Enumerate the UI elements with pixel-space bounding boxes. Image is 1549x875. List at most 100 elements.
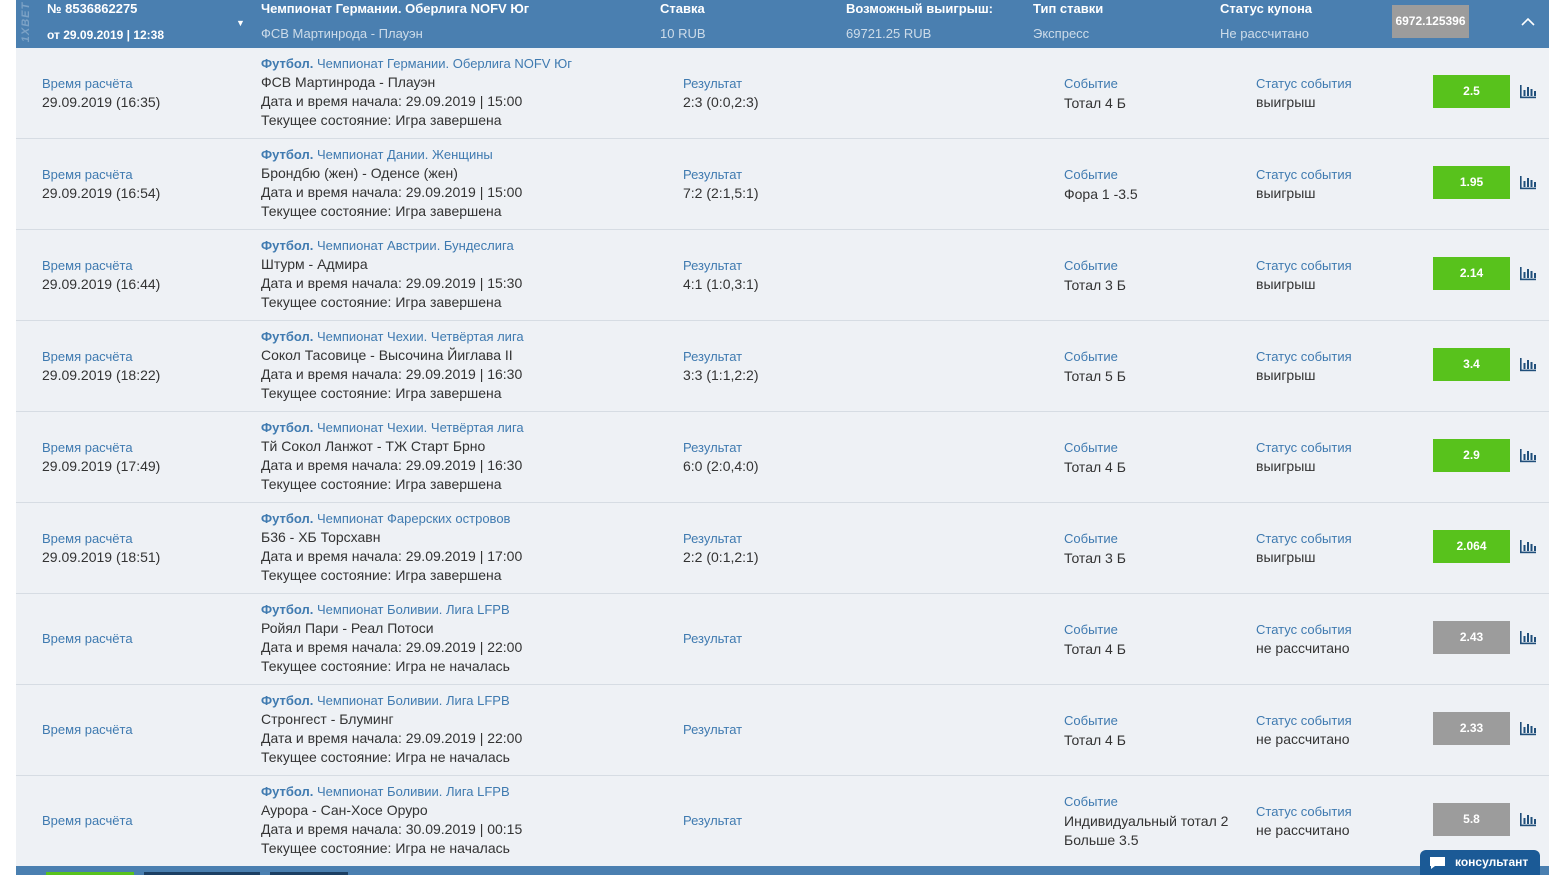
league-name: Чемпионат Фарерских островов	[317, 511, 511, 526]
match-state: Текущее состояние: Игра не началась	[261, 658, 510, 674]
sport-name: Футбол.	[261, 693, 314, 708]
coupon-date: от 29.09.2019 | 12:38	[47, 28, 165, 42]
odds-badge: 5.8	[1433, 803, 1510, 836]
calc-time-label: Время расчёта	[42, 258, 133, 273]
bet-event-value: Тотал 3 Б	[1064, 277, 1126, 293]
event-status-label: Статус события	[1256, 622, 1352, 637]
bet-event-label: Событие	[1064, 794, 1118, 809]
calc-time-value: 29.09.2019 (18:22)	[42, 367, 161, 383]
event-status-cell: Статус события выигрыш	[1256, 531, 1352, 565]
event-status-cell: Статус события выигрыш	[1256, 76, 1352, 110]
event-row: Время расчёта Футбол. Чемпионат Боливии.…	[16, 594, 1549, 685]
match-teams: Аурора - Сан-Хосе Оруро	[261, 802, 428, 818]
bet-event-cell: Событие Тотал 3 Б	[1064, 258, 1244, 295]
result-label: Результат	[683, 76, 743, 91]
header-event: Чемпионат Германии. Оберлига NOFV Юг ФСВ…	[261, 1, 529, 41]
bet-event-label: Событие	[1064, 167, 1118, 182]
match-state: Текущее состояние: Игра завершена	[261, 294, 502, 310]
header-type-value: Экспресс	[1033, 26, 1090, 41]
statistics-icon[interactable]	[1519, 357, 1537, 372]
result-value: 7:2 (2:1,5:1)	[683, 185, 759, 201]
calc-time-cell: Время расчёта 29.09.2019 (17:49)	[42, 440, 160, 474]
event-status-value: выигрыш	[1256, 458, 1316, 474]
result-label: Результат	[683, 813, 743, 828]
statistics-icon[interactable]	[1519, 84, 1537, 99]
bet-event-label: Событие	[1064, 622, 1118, 637]
match-info-cell: Футбол. Чемпионат Боливии. Лига LFPB Стр…	[261, 693, 661, 765]
event-status-cell: Статус события выигрыш	[1256, 167, 1352, 201]
header-stake: Ставка 10 RUB	[660, 1, 706, 41]
bet-event-cell: Событие Тотал 3 Б	[1064, 531, 1244, 568]
statistics-icon[interactable]	[1519, 812, 1537, 827]
league-link[interactable]: Футбол. Чемпионат Чехии. Четвёртая лига	[261, 420, 661, 435]
league-link[interactable]: Футбол. Чемпионат Боливии. Лига LFPB	[261, 693, 661, 708]
match-start: Дата и время начала: 29.09.2019 | 17:00	[261, 548, 523, 564]
sport-name: Футбол.	[261, 420, 314, 435]
event-status-label: Статус события	[1256, 804, 1352, 819]
odds-badge: 2.5	[1433, 75, 1510, 108]
result-cell: Результат 4:1 (1:0,3:1)	[683, 258, 759, 292]
event-status-cell: Статус события не рассчитано	[1256, 622, 1352, 656]
calc-time-cell: Время расчёта	[42, 631, 133, 646]
brand-logo: 1XBET	[16, 0, 32, 48]
bet-event-cell: Событие Фора 1 -3.5	[1064, 167, 1244, 204]
coupon-header[interactable]: 1XBET № 8536862275 от 29.09.2019 | 12:38…	[16, 0, 1549, 48]
sport-name: Футбол.	[261, 511, 314, 526]
sport-name: Футбол.	[261, 147, 314, 162]
statistics-icon[interactable]	[1519, 630, 1537, 645]
event-status-cell: Статус события выигрыш	[1256, 258, 1352, 292]
result-value: 6:0 (2:0,4:0)	[683, 458, 759, 474]
calc-time-value: 29.09.2019 (17:49)	[42, 458, 161, 474]
match-teams: Штурм - Адмира	[261, 256, 368, 272]
league-link[interactable]: Футбол. Чемпионат Боливии. Лига LFPB	[261, 784, 661, 799]
match-state: Текущее состояние: Игра завершена	[261, 567, 502, 583]
league-link[interactable]: Футбол. Чемпионат Фарерских островов	[261, 511, 661, 526]
consultant-button[interactable]: консультант	[1420, 850, 1540, 875]
match-start: Дата и время начала: 29.09.2019 | 15:00	[261, 93, 523, 109]
event-status-cell: Статус события не рассчитано	[1256, 713, 1352, 747]
result-label: Результат	[683, 722, 743, 737]
statistics-icon[interactable]	[1519, 721, 1537, 736]
event-status-cell: Статус события выигрыш	[1256, 349, 1352, 383]
result-label: Результат	[683, 440, 743, 455]
statistics-icon[interactable]	[1519, 266, 1537, 281]
league-name: Чемпионат Боливии. Лига LFPB	[317, 602, 510, 617]
match-state: Текущее состояние: Игра завершена	[261, 203, 502, 219]
result-cell: Результат	[683, 722, 742, 737]
league-link[interactable]: Футбол. Чемпионат Дании. Женщины	[261, 147, 661, 162]
caret-down-icon[interactable]: ▼	[236, 18, 245, 28]
league-link[interactable]: Футбол. Чемпионат Боливии. Лига LFPB	[261, 602, 661, 617]
bet-event-label: Событие	[1064, 76, 1118, 91]
calc-time-value: 29.09.2019 (18:51)	[42, 549, 161, 565]
calc-time-label: Время расчёта	[42, 76, 133, 91]
match-info-cell: Футбол. Чемпионат Чехии. Четвёртая лига …	[261, 420, 661, 492]
event-row: Время расчёта 29.09.2019 (18:22) Футбол.…	[16, 321, 1549, 412]
league-name: Чемпионат Боливии. Лига LFPB	[317, 784, 510, 799]
bet-event-cell: Событие Индивидуальный тотал 2 Больше 3.…	[1064, 794, 1244, 850]
statistics-icon[interactable]	[1519, 448, 1537, 463]
sport-name: Футбол.	[261, 238, 314, 253]
league-link[interactable]: Футбол. Чемпионат Чехии. Четвёртая лига	[261, 329, 661, 344]
league-link[interactable]: Футбол. Чемпионат Австрии. Бундеслига	[261, 238, 661, 253]
bet-event-cell: Событие Тотал 4 Б	[1064, 622, 1244, 659]
header-status-value: Не рассчитано	[1220, 26, 1310, 41]
statistics-icon[interactable]	[1519, 175, 1537, 190]
match-state: Текущее состояние: Игра завершена	[261, 476, 502, 492]
result-label: Результат	[683, 258, 743, 273]
calc-time-value: 29.09.2019 (16:54)	[42, 185, 161, 201]
header-win-label: Возможный выигрыш:	[846, 1, 993, 16]
chat-icon	[1430, 857, 1445, 869]
league-link[interactable]: Футбол. Чемпионат Германии. Оберлига NOF…	[261, 56, 661, 71]
match-start: Дата и время начала: 29.09.2019 | 15:00	[261, 184, 523, 200]
result-value: 2:2 (0:1,2:1)	[683, 549, 759, 565]
match-state: Текущее состояние: Игра не началась	[261, 749, 510, 765]
match-teams: Стронгест - Блуминг	[261, 711, 394, 727]
event-status-label: Статус события	[1256, 713, 1352, 728]
bet-event-value: Тотал 5 Б	[1064, 368, 1126, 384]
match-start: Дата и время начала: 29.09.2019 | 16:30	[261, 457, 523, 473]
result-value: 2:3 (0:0,2:3)	[683, 94, 759, 110]
statistics-icon[interactable]	[1519, 539, 1537, 554]
chevron-up-icon[interactable]	[1518, 12, 1538, 32]
match-teams: Тй Сокол Ланжот - ТЖ Старт Брно	[261, 438, 486, 454]
result-label: Результат	[683, 349, 743, 364]
